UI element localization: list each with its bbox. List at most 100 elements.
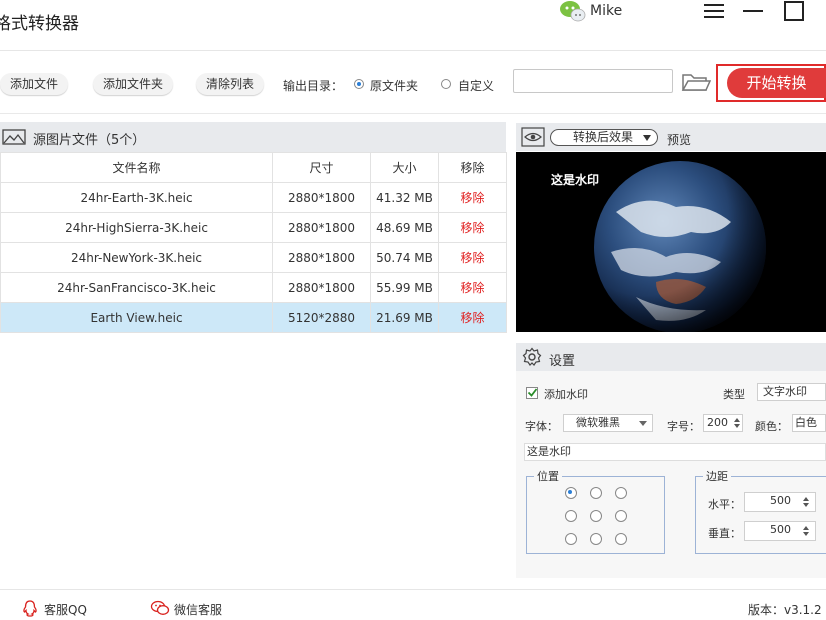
menu-icon[interactable] [703,2,725,20]
add-watermark-checkbox[interactable] [526,387,538,399]
vertical-margin-stepper[interactable]: 500 [744,521,816,541]
file-dimensions: 2880*1800 [272,272,371,303]
wechat-icon[interactable] [150,600,170,616]
add-folder-button[interactable]: 添加文件夹 [93,73,174,95]
table-header-row: 文件名称 尺寸 大小 移除 [0,152,507,183]
app-title: 格式转换器 [0,14,79,34]
size-value: 200 [707,416,728,429]
file-size: 41.32 MB [370,182,439,213]
footer [0,589,826,620]
maximize-icon[interactable] [783,0,805,22]
wechat-support-link[interactable]: 微信客服 [174,601,222,618]
remove-link[interactable]: 移除 [438,242,507,273]
color-select[interactable]: 白色 [792,414,826,432]
effect-select-value: 转换后效果 [573,130,634,144]
wechat-avatar-icon[interactable] [558,0,586,22]
qq-support-link[interactable]: 客服QQ [44,601,87,618]
font-label: 字体： [525,420,558,433]
column-header-size: 大小 [370,152,439,183]
remove-link[interactable]: 移除 [438,272,507,303]
chevron-down-icon [639,421,647,426]
table-row[interactable]: 24hr-HighSierra-3K.heic 2880*1800 48.69 … [0,212,507,243]
remove-link[interactable]: 移除 [438,182,507,213]
file-dimensions: 2880*1800 [272,182,371,213]
position-middle-left[interactable] [565,510,577,522]
user-name[interactable]: Mike [590,3,622,19]
file-dimensions: 2880*1800 [272,212,371,243]
column-header-dimensions: 尺寸 [272,152,371,183]
table-row[interactable]: 24hr-Earth-3K.heic 2880*1800 41.32 MB 移除 [0,182,507,213]
size-label: 字号： [667,420,700,433]
position-center[interactable] [590,510,602,522]
file-dimensions: 2880*1800 [272,242,371,273]
watermark-preview-text: 这是水印 [551,173,600,187]
horizontal-label: 水平： [708,498,741,511]
table-row-selected[interactable]: Earth View.heic 5120*2880 21.69 MB 移除 [0,302,507,333]
gear-icon [522,347,542,366]
margin-title: 边距 [703,468,731,484]
file-name[interactable]: 24hr-Earth-3K.heic [0,182,273,213]
remove-link[interactable]: 移除 [438,302,507,333]
stepper-arrows-icon[interactable] [733,417,741,429]
chevron-down-icon [643,135,651,141]
radio-source-folder-label[interactable]: 原文件夹 [370,77,418,94]
preview-label: 预览 [667,133,692,147]
file-size: 55.99 MB [370,272,439,303]
position-bottom-center[interactable] [590,533,602,545]
color-label: 颜色： [755,420,788,433]
settings-title: 设置 [549,354,576,369]
horizontal-margin-stepper[interactable]: 500 [744,492,816,512]
add-file-button[interactable]: 添加文件 [0,73,69,95]
check-icon [527,388,538,397]
table-row[interactable]: 24hr-SanFrancisco-3K.heic 2880*1800 55.9… [0,272,507,303]
output-path-input[interactable] [513,69,673,93]
watermark-text-input[interactable]: 这是水印 [524,443,826,461]
preview-image: 这是水印 [516,152,826,332]
start-convert-button[interactable]: 开始转换 [727,68,826,98]
position-top-left[interactable] [565,487,577,499]
file-size: 21.69 MB [370,302,439,333]
column-header-name: 文件名称 [0,152,273,183]
table-row[interactable]: 24hr-NewYork-3K.heic 2880*1800 50.74 MB … [0,242,507,273]
margin-group [695,476,826,554]
file-name[interactable]: 24hr-NewYork-3K.heic [0,242,273,273]
eye-icon [521,127,545,147]
image-icon [2,129,26,145]
file-name[interactable]: 24hr-HighSierra-3K.heic [0,212,273,243]
stepper-arrows-icon[interactable] [802,525,810,537]
file-name[interactable]: Earth View.heic [0,302,273,333]
column-header-remove: 移除 [438,152,507,183]
stepper-arrows-icon[interactable] [802,496,810,508]
version-label: 版本：v3.1.2 [748,603,822,617]
file-dimensions: 5120*2880 [272,302,371,333]
minimize-icon[interactable] [742,2,764,20]
watermark-text-value: 这是水印 [527,445,571,458]
radio-custom-label[interactable]: 自定义 [458,77,494,94]
add-watermark-label[interactable]: 添加水印 [544,386,588,402]
file-list-title: 源图片文件（5个） [33,133,146,148]
output-dir-label: 输出目录： [283,79,344,93]
folder-icon[interactable] [681,71,711,93]
qq-icon[interactable] [22,600,38,617]
position-top-center[interactable] [590,487,602,499]
position-bottom-right[interactable] [615,533,627,545]
radio-source-folder[interactable] [354,79,364,89]
clear-list-button[interactable]: 清除列表 [196,73,265,95]
radio-custom[interactable] [441,79,451,89]
font-select[interactable]: 微软雅黑 [563,414,653,432]
vertical-label: 垂直： [708,527,741,540]
font-select-value: 微软雅黑 [576,416,620,429]
file-size: 50.74 MB [370,242,439,273]
position-top-right[interactable] [615,487,627,499]
type-label: 类型 [723,388,745,401]
remove-link[interactable]: 移除 [438,212,507,243]
preview-effect-select[interactable]: 转换后效果 [550,129,658,146]
color-select-value: 白色 [795,416,817,429]
type-select[interactable]: 文字水印 [757,383,826,401]
position-bottom-left[interactable] [565,533,577,545]
horizontal-margin-value: 500 [770,494,791,507]
position-middle-right[interactable] [615,510,627,522]
file-size: 48.69 MB [370,212,439,243]
file-name[interactable]: 24hr-SanFrancisco-3K.heic [0,272,273,303]
size-stepper[interactable]: 200 [703,414,743,432]
